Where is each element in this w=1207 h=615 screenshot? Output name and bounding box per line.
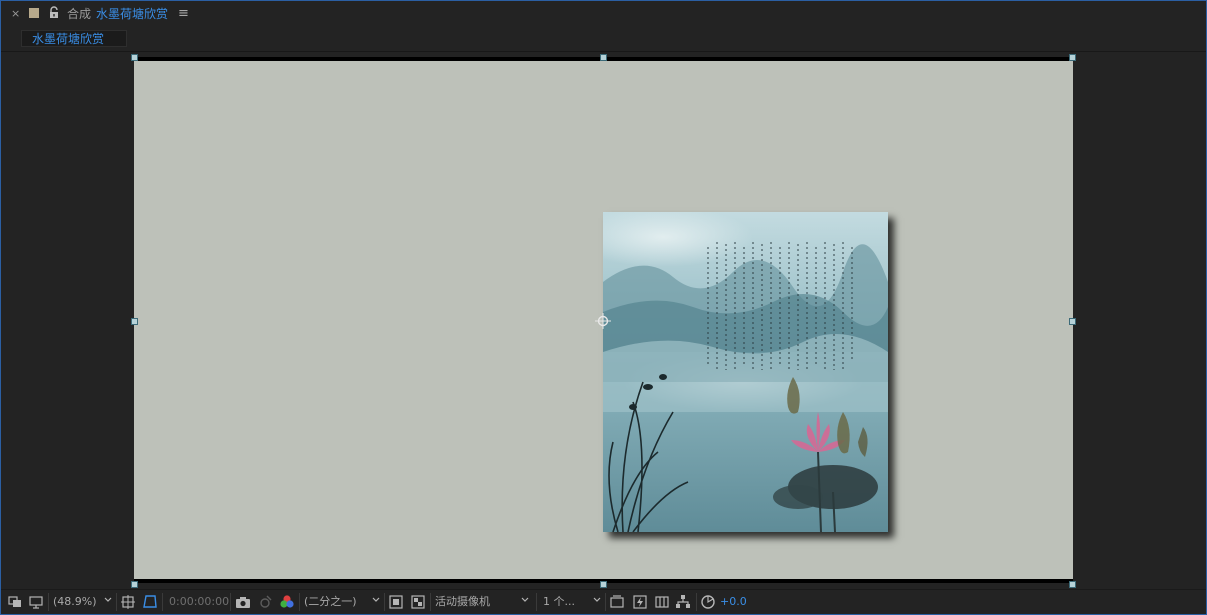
transform-handle-bottom-left[interactable] xyxy=(131,581,138,588)
chevron-down-icon[interactable] xyxy=(103,595,113,605)
camera-snapshot-icon[interactable] xyxy=(235,594,251,610)
chevron-down-icon[interactable] xyxy=(520,595,530,605)
composition-tab-bar: 水墨荷塘欣赏 xyxy=(1,27,1206,52)
viewer-toolbar: (48.9%) 0:00:00:00 (二分之一) 活动摄像机 1 个... +… xyxy=(1,589,1206,614)
transparency-grid-icon[interactable] xyxy=(410,594,426,610)
lock-icon[interactable] xyxy=(48,6,60,20)
timeline-icon[interactable] xyxy=(654,594,670,610)
channel-rgb-icon[interactable] xyxy=(279,594,295,610)
panel-menu-button[interactable]: ≡ xyxy=(178,5,189,23)
camera-view-dropdown[interactable]: 活动摄像机 xyxy=(435,593,490,611)
panel-title: 合成 xyxy=(67,7,92,21)
monitor-icon[interactable] xyxy=(28,594,44,610)
region-of-interest-icon[interactable] xyxy=(388,594,404,610)
transform-handle-top-right[interactable] xyxy=(1069,54,1076,61)
fast-previews-icon[interactable] xyxy=(632,594,648,610)
flowchart-icon[interactable] xyxy=(675,594,691,610)
always-preview-icon[interactable] xyxy=(7,594,23,610)
fit-region-icon[interactable] xyxy=(120,594,136,610)
chevron-down-icon[interactable] xyxy=(371,595,381,605)
anchor-point-icon[interactable] xyxy=(595,313,611,329)
view-layout-dropdown[interactable]: 1 个... xyxy=(543,593,575,611)
mask-path-icon[interactable] xyxy=(142,594,158,610)
transform-handle-top-left[interactable] xyxy=(131,54,138,61)
transform-handle-left[interactable] xyxy=(131,318,138,325)
chevron-down-icon[interactable] xyxy=(592,595,602,605)
transform-handle-bottom[interactable] xyxy=(600,581,607,588)
tab-composition[interactable]: 水墨荷塘欣赏 xyxy=(21,30,127,47)
toggle-pixel-aspect-icon[interactable] xyxy=(609,594,625,610)
show-snapshot-icon[interactable] xyxy=(257,594,273,610)
ink-painting-layer[interactable] xyxy=(603,212,888,532)
close-panel-button[interactable]: × xyxy=(11,5,20,23)
current-time[interactable]: 0:00:00:00 xyxy=(169,593,229,611)
composition-name[interactable]: 水墨荷塘欣赏 xyxy=(96,5,168,23)
exposure-value[interactable]: +0.0 xyxy=(720,593,747,611)
ink-painting-image xyxy=(603,212,888,532)
transform-handle-bottom-right[interactable] xyxy=(1069,581,1076,588)
exposure-reset-icon[interactable] xyxy=(700,594,716,610)
transform-handle-right[interactable] xyxy=(1069,318,1076,325)
resolution-dropdown[interactable]: (二分之一) xyxy=(304,593,357,611)
label-color-swatch[interactable] xyxy=(29,8,39,18)
zoom-dropdown[interactable]: (48.9%) xyxy=(53,593,97,611)
panel-header: × 合成 水墨荷塘欣赏 ≡ xyxy=(1,1,1206,27)
transform-handle-top[interactable] xyxy=(600,54,607,61)
